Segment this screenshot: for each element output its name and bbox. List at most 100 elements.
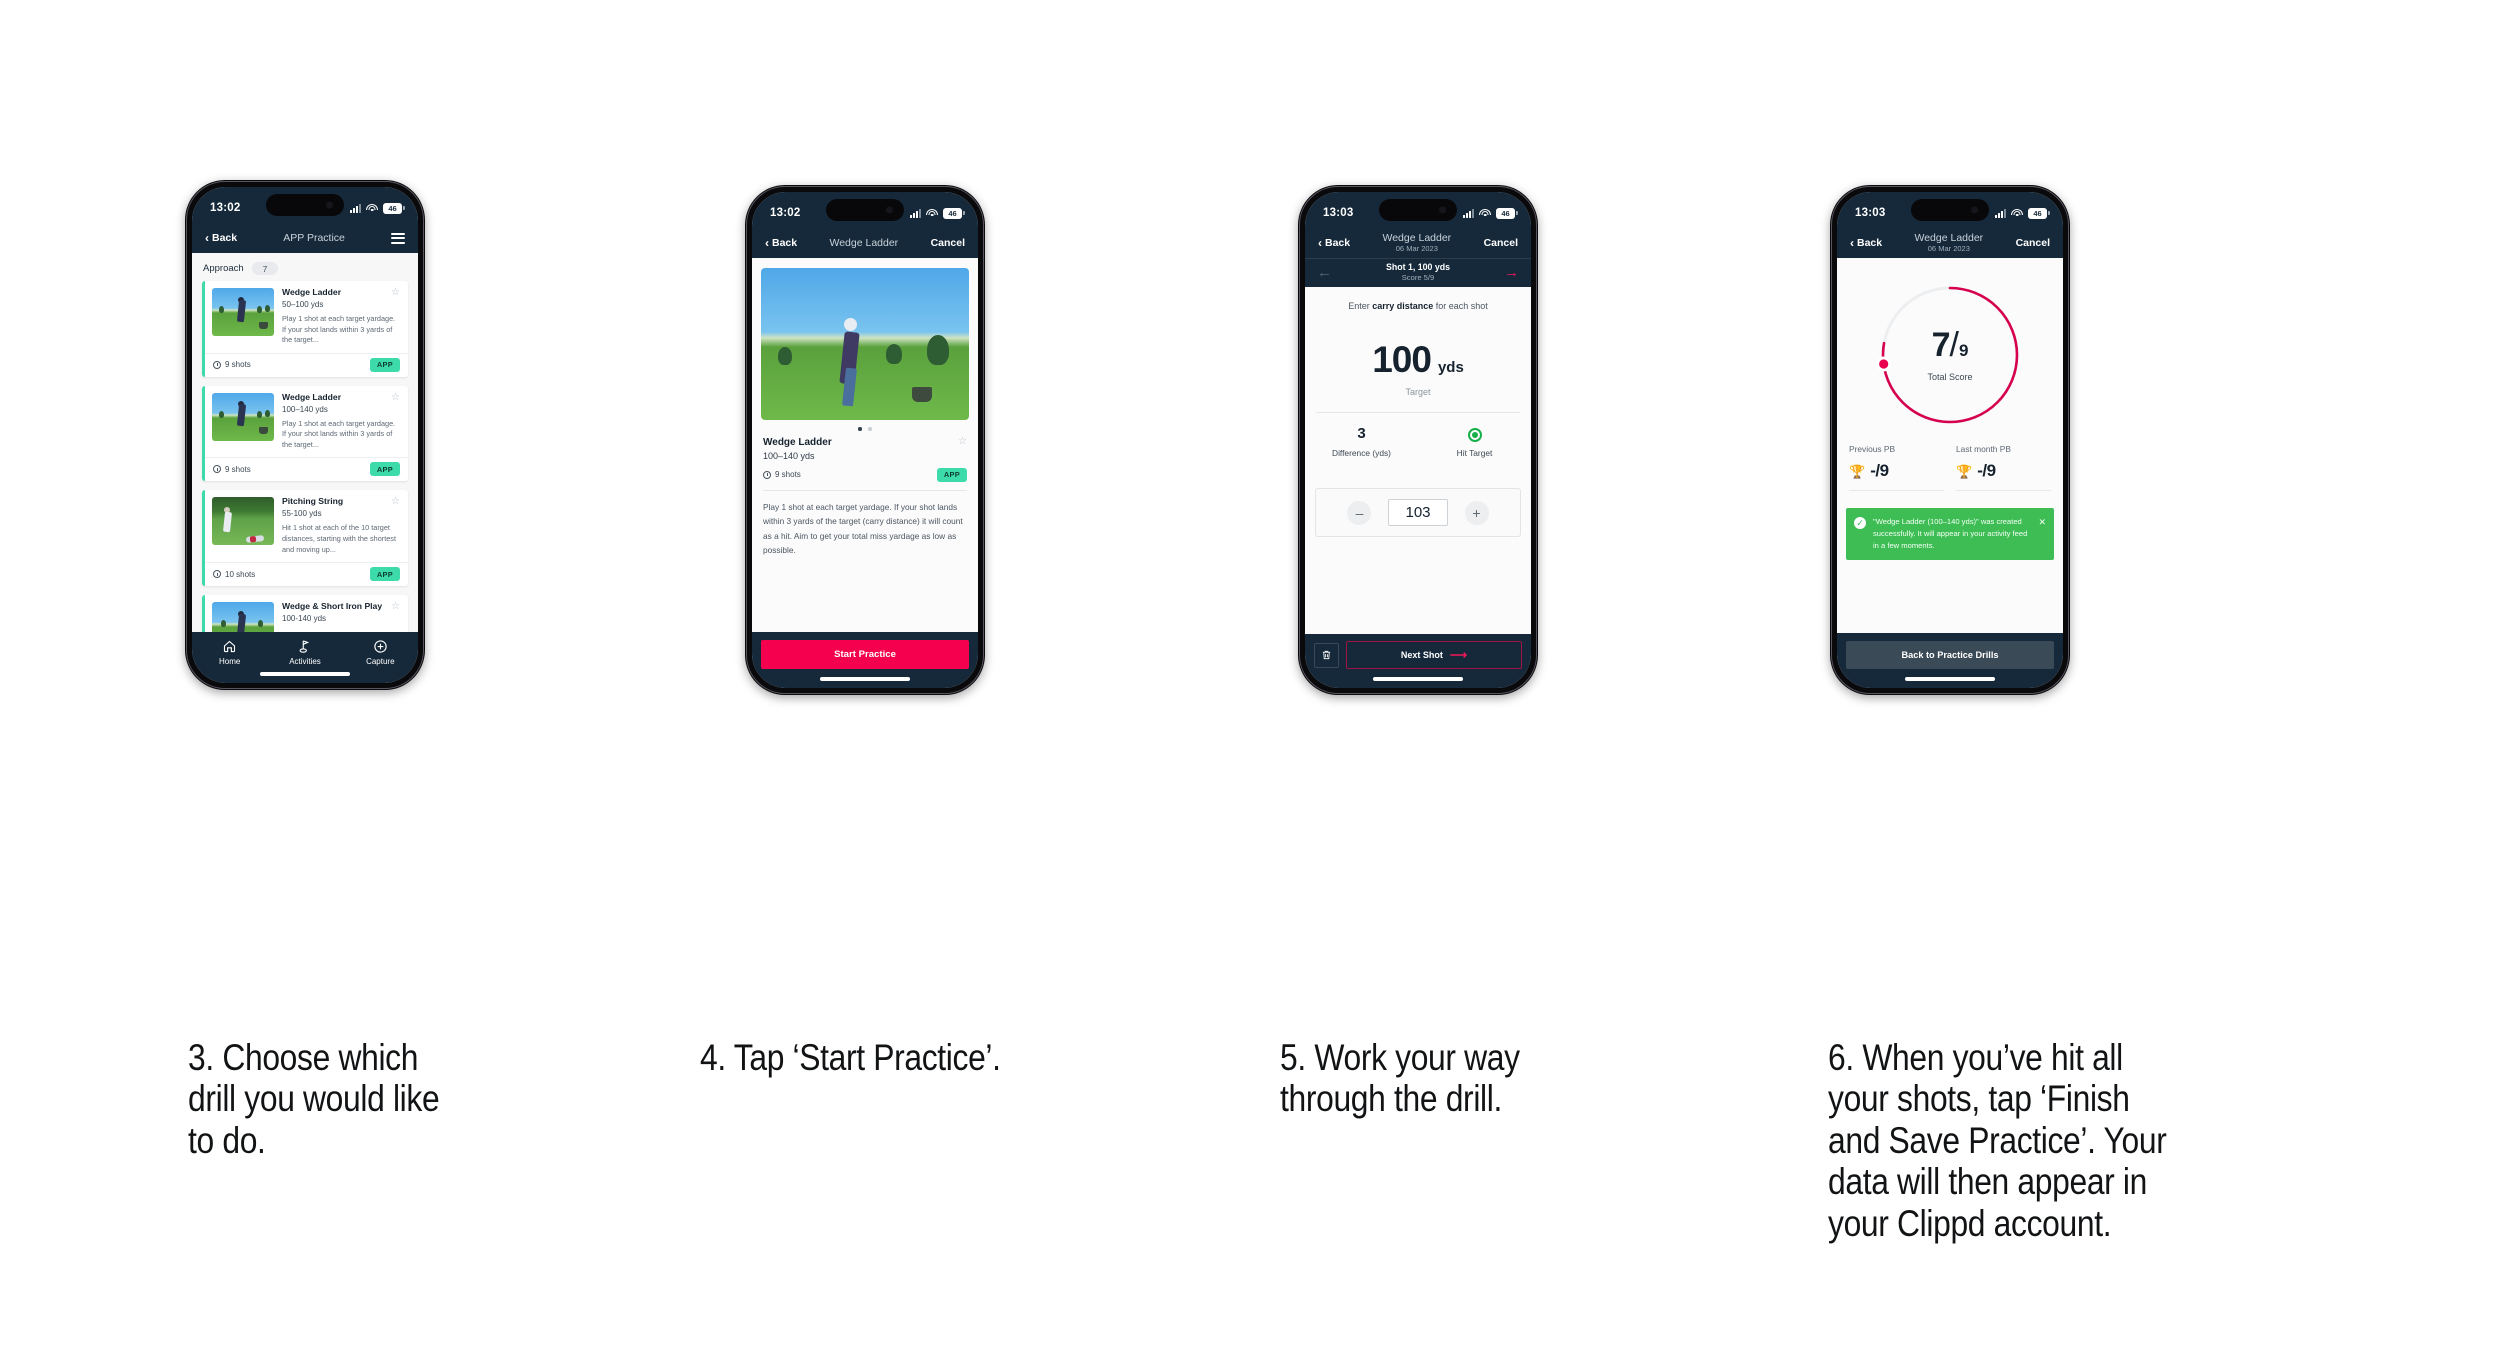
status-indicators: 46 xyxy=(1463,207,1518,219)
carousel-dot-active[interactable] xyxy=(858,427,862,431)
back-to-practice-drills-button[interactable]: Back to Practice Drills xyxy=(1846,641,2054,669)
arrow-right-icon: ⟶ xyxy=(1449,648,1468,662)
favourite-star-icon[interactable]: ☆ xyxy=(391,392,400,403)
back-button[interactable]: ‹ Back xyxy=(1850,237,1882,249)
decrement-button[interactable]: – xyxy=(1347,500,1372,525)
drill-card-body: Wedge Ladder ☆ 50–100 yds Play 1 shot at… xyxy=(205,281,408,353)
close-icon[interactable]: ✕ xyxy=(2038,517,2046,528)
personal-best-previous: Previous PB 🏆 -/9 xyxy=(1849,444,1944,491)
caption-step-4: 4. Tap ‘Start Practice’. xyxy=(700,1037,1001,1078)
caption-step-6: 6. When you’ve hit all your shots, tap ‘… xyxy=(1828,1037,2167,1244)
drill-card[interactable]: Wedge Ladder ☆ 100–140 yds Play 1 shot a… xyxy=(202,385,408,482)
trash-icon xyxy=(1322,650,1331,660)
page-title: Wedge Ladder 06 Mar 2023 xyxy=(1382,232,1452,254)
front-camera-icon xyxy=(1971,206,1978,214)
hamburger-icon[interactable] xyxy=(391,232,405,244)
cellular-signal-icon xyxy=(910,208,921,218)
drill-info: Wedge Ladder ☆ 50–100 yds Play 1 shot at… xyxy=(282,287,400,346)
score-slash: / xyxy=(1949,326,1959,364)
shot-stats: 3 Difference (yds) Hit Target xyxy=(1305,425,1531,458)
favourite-star-icon[interactable]: ☆ xyxy=(391,288,400,298)
category-filter[interactable]: Approach 7 xyxy=(192,253,418,281)
drill-description: Play 1 shot at each target yardage. If y… xyxy=(282,314,396,345)
wifi-icon xyxy=(366,203,378,213)
previous-shot-arrow-icon[interactable]: ← xyxy=(1317,265,1332,280)
instruction-suffix: for each shot xyxy=(1433,301,1488,311)
target-label: Target xyxy=(1405,387,1431,397)
chevron-left-icon: ‹ xyxy=(765,236,769,250)
drill-shots: 9 shots xyxy=(763,470,801,479)
next-shot-button[interactable]: Next Shot ⟶ xyxy=(1346,641,1522,669)
drill-header: Wedge Ladder ☆ 100–140 yds 9 shots APP xyxy=(752,434,978,482)
chevron-left-icon: ‹ xyxy=(1318,236,1322,250)
carousel-dots[interactable] xyxy=(752,420,978,434)
dynamic-island xyxy=(826,199,904,221)
next-shot-arrow-icon[interactable]: → xyxy=(1504,265,1519,280)
drill-info: Wedge Ladder ☆ 100–140 yds Play 1 shot a… xyxy=(282,392,400,451)
cancel-button[interactable]: Cancel xyxy=(2016,237,2050,249)
delete-shot-button[interactable] xyxy=(1314,642,1339,668)
drill-range: 55-100 yds xyxy=(282,509,322,519)
favourite-star-icon[interactable]: ☆ xyxy=(391,497,400,507)
wifi-icon xyxy=(926,208,938,218)
dynamic-island xyxy=(1911,199,1989,221)
drill-card[interactable]: Pitching String ☆ 55-100 yds Hit 1 shot … xyxy=(202,490,408,587)
clock-icon xyxy=(213,360,221,369)
cancel-button[interactable]: Cancel xyxy=(931,237,965,249)
drill-category-badge: APP xyxy=(369,567,400,582)
caption-step-3: 3. Choose which drill you would like to … xyxy=(188,1037,440,1161)
drill-title: Wedge & Short Iron Play xyxy=(282,601,383,612)
back-button[interactable]: ‹ Back xyxy=(765,237,797,249)
drill-info: Pitching String ☆ 55-100 yds Hit 1 shot … xyxy=(282,497,400,555)
next-shot-label: Next Shot xyxy=(1400,650,1443,660)
personal-bests: Previous PB 🏆 -/9 Last month PB 🏆 -/9 xyxy=(1837,430,2063,491)
drill-shots: 10 shots xyxy=(213,570,255,579)
score-ring-wrap: 7 / 9 Total Score xyxy=(1837,258,2063,430)
chevron-left-icon: ‹ xyxy=(205,231,209,245)
category-label: Approach xyxy=(203,263,244,274)
sidebar-item-capture[interactable]: Capture xyxy=(343,639,418,666)
back-button[interactable]: ‹ Back xyxy=(205,232,237,244)
summary-panel: 7 / 9 Total Score Previous PB 🏆 -/9 Last… xyxy=(1837,258,2063,633)
drill-thumbnail xyxy=(212,602,274,632)
back-button[interactable]: ‹ Back xyxy=(1318,237,1350,249)
drill-range: 50–100 yds xyxy=(282,300,324,309)
carry-distance-input[interactable]: 103 xyxy=(1388,499,1448,526)
favourite-star-icon[interactable]: ☆ xyxy=(958,436,967,447)
start-practice-button[interactable]: Start Practice xyxy=(761,640,969,669)
phone-2: 13:02 46 ‹ Back Wedge Ladder Cancel Wedg… xyxy=(745,185,985,695)
page-title: Wedge Ladder 06 Mar 2023 xyxy=(1914,232,1984,254)
drill-range: 100-140 yds xyxy=(282,614,327,624)
back-label: Back xyxy=(212,232,238,244)
drill-card-footer: 9 shots APP xyxy=(205,352,408,377)
pb-value: -/9 xyxy=(1870,461,1889,480)
pb-label: Previous PB xyxy=(1849,444,1896,454)
drill-card[interactable]: Wedge & Short Iron Play ☆ 100-140 yds xyxy=(202,595,408,632)
drill-card-footer: 10 shots APP xyxy=(205,562,408,586)
drill-card[interactable]: Wedge Ladder ☆ 50–100 yds Play 1 shot at… xyxy=(202,281,408,377)
stat-value: 3 xyxy=(1357,425,1366,442)
drill-description: Play 1 shot at each target yardage. If y… xyxy=(282,418,396,449)
chevron-left-icon: ‹ xyxy=(1850,236,1854,250)
sidebar-item-activities[interactable]: Activities xyxy=(267,639,342,666)
home-icon xyxy=(224,640,236,653)
carry-distance-stepper[interactable]: – 103 + xyxy=(1315,488,1521,537)
phone-2-screen: 13:02 46 ‹ Back Wedge Ladder Cancel Wedg… xyxy=(752,192,978,688)
instruction-prefix: Enter xyxy=(1348,301,1373,311)
carousel-dot[interactable] xyxy=(868,427,872,431)
sidebar-item-home[interactable]: Home xyxy=(192,639,267,666)
favourite-star-icon[interactable]: ☆ xyxy=(391,602,400,612)
tab-label: Capture xyxy=(366,657,395,666)
clock-icon xyxy=(213,465,221,474)
back-label: Back xyxy=(1857,237,1883,249)
pb-value: -/9 xyxy=(1977,461,1996,480)
phone-3: 13:03 46 ‹ Back Wedge Ladder 06 Mar 2023… xyxy=(1298,185,1538,695)
cancel-button[interactable]: Cancel xyxy=(1484,237,1518,249)
front-camera-icon xyxy=(326,201,333,209)
home-indicator xyxy=(1373,677,1463,681)
cellular-signal-icon xyxy=(1463,208,1474,218)
cellular-signal-icon xyxy=(1995,208,2006,218)
drill-list[interactable]: Approach 7 Wedge Ladder ☆ 50–100 yds Pla… xyxy=(192,253,418,632)
status-indicators: 46 xyxy=(910,207,965,219)
increment-button[interactable]: + xyxy=(1464,500,1489,525)
